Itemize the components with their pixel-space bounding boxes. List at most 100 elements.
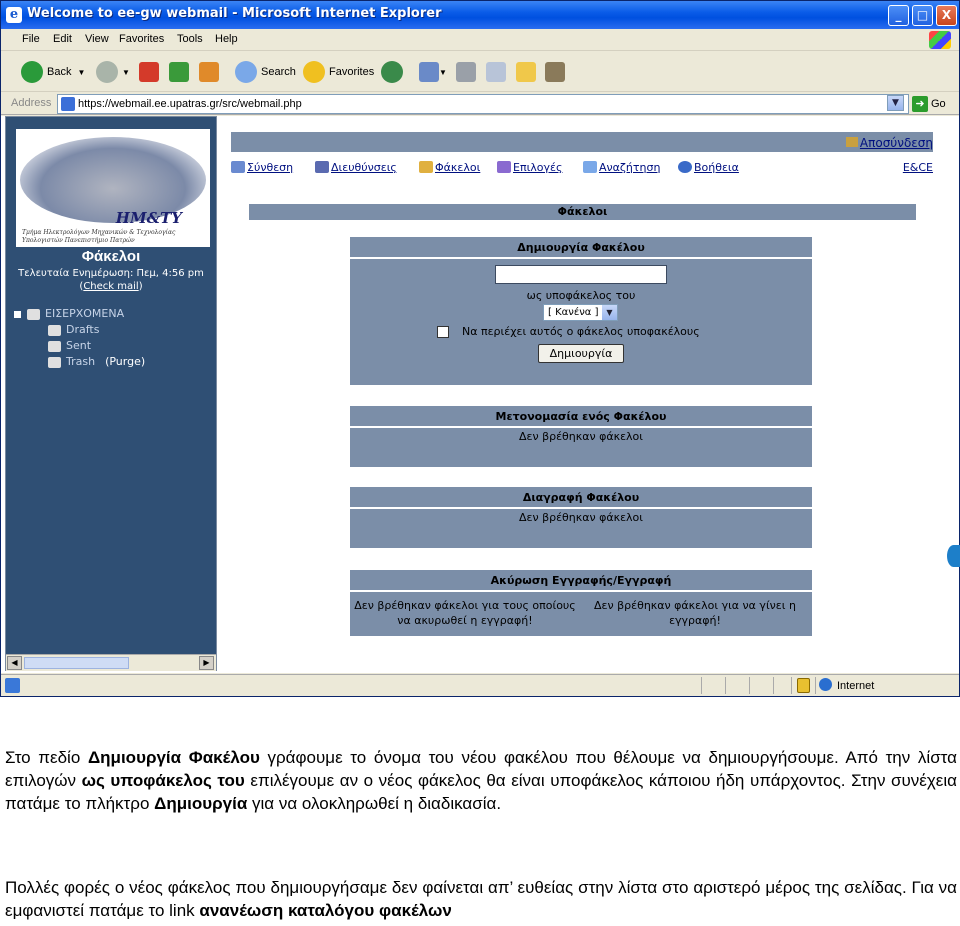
folders-icon [419,161,433,173]
menu-edit[interactable]: Edit [53,33,72,45]
maximize-button[interactable]: □ [912,5,933,26]
folder-name-input[interactable] [495,265,667,284]
help-icon [678,161,692,173]
folder-sent[interactable]: Sent [48,339,91,352]
back-button[interactable]: Back ▼ [21,60,85,84]
collapse-icon[interactable] [14,310,21,318]
folder-icon [516,62,536,82]
p1-run: Δημιουργία Φακέλου [87,748,260,767]
menu-help[interactable]: Help [215,33,238,45]
stop-button[interactable] [139,60,159,84]
logout-link[interactable]: Αποσύνδεση [845,136,933,150]
globe-icon [819,678,832,691]
print-icon [456,62,476,82]
create-folder-title: Δημιουργία Φακέλου [350,237,812,259]
nav-options[interactable]: Επιλογές [497,161,562,174]
history-button[interactable] [381,60,407,84]
logout-icon [845,137,858,147]
compose-icon [231,161,245,173]
menu-view[interactable]: View [85,33,109,45]
subfolder-label: ως υποφάκελος του [526,289,636,302]
nav-addresses[interactable]: Διευθύνσεις [315,161,397,174]
no-subfolders-checkbox[interactable] [437,326,449,338]
p1-run: για να ολοκληρωθεί η διαδικασία. [247,794,502,813]
rename-folder-title: Μετονομασία ενός Φακέλου [350,406,812,428]
menu-favorites[interactable]: Favorites [119,33,164,45]
folder-sidebar: HM&TY Τμήμα Ηλεκτρολόγων Μηχανικών & Τεχ… [5,116,217,671]
toolbar: Back ▼ ▼ Search Favorites ▼ [1,52,959,92]
browser-window: e Welcome to ee-gw webmail - Microsoft I… [0,0,960,697]
discuss-button[interactable] [516,60,536,84]
subscribe-message: Δεν βρέθηκαν φάκελοι για να γίνει η εγγρ… [594,599,796,627]
close-button[interactable]: X [936,5,957,26]
address-dropdown-icon[interactable]: ▼ [887,95,904,111]
p2-run: ανανέωση καταλόγου φακέλων [199,901,452,920]
purge-link[interactable]: (Purge) [105,355,145,368]
inbox-icon [27,308,40,320]
subscribe-title: Ακύρωση Εγγραφής/Εγγραφή [350,570,812,592]
addresses-icon [315,161,329,173]
menu-tools[interactable]: Tools [177,33,203,45]
nav-help[interactable]: Βοήθεια [678,161,739,174]
star-icon [303,61,325,83]
favorites-button[interactable]: Favorites [303,60,374,84]
sent-icon [48,340,61,352]
forward-arrow-icon [96,61,118,83]
search-button[interactable]: Search [235,60,296,84]
research-icon [545,62,565,82]
page-content: HM&TY Τμήμα Ηλεκτρολόγων Μηχανικών & Τεχ… [1,116,959,673]
scroll-thumb[interactable] [24,657,129,669]
options-icon [497,161,511,173]
trash-icon [48,356,61,368]
search-icon [235,61,257,83]
ie-logo-icon: e [6,7,22,23]
folder-drafts[interactable]: Drafts [48,323,99,336]
back-arrow-icon [21,61,43,83]
address-input[interactable]: https://webmail.ee.upatras.gr/src/webmai… [57,94,909,114]
folder-trash[interactable]: Trash (Purge) [48,355,145,368]
window-title: Welcome to ee-gw webmail - Microsoft Int… [27,6,442,21]
drafts-icon [48,324,61,336]
home-button[interactable] [199,60,219,84]
org-link[interactable]: E&CE [903,161,933,174]
edit-button[interactable] [486,60,506,84]
forward-button[interactable]: ▼ [96,60,130,84]
go-button[interactable]: ➜ Go [912,94,957,114]
address-label: Address [11,97,52,109]
parent-folder-select[interactable]: [ Κανένα ] ▼ [543,304,618,321]
mail-button[interactable]: ▼ [419,60,447,84]
logo-text: HM&TY [115,209,182,227]
logo: HM&TY Τμήμα Ηλεκτρολόγων Μηχανικών & Τεχ… [16,129,210,247]
search-icon [583,161,597,173]
nav-bar: Σύνθεση Διευθύνσεις Φάκελοι Επιλογές Ανα… [231,161,933,179]
menu-file[interactable]: File [22,33,40,45]
print-button[interactable] [456,60,476,84]
p2-run: Πολλές φορές ο νέος φάκελος που δημιουργ… [5,878,957,920]
scroll-left-icon[interactable]: ◀ [7,656,22,670]
check-mail-line: (Check mail) [79,281,143,292]
title-bar[interactable]: e Welcome to ee-gw webmail - Microsoft I… [1,1,959,29]
folder-inbox[interactable]: ΕΙΣΕΡΧΟΜΕΝΑ [14,307,124,320]
delete-folder-panel: Διαγραφή Φακέλου Δεν βρέθηκαν φάκελοι [350,487,812,548]
instruction-paragraph-1: Στο πεδίο Δημιουργία Φακέλου γράφουμε το… [5,746,957,815]
refresh-button[interactable] [169,60,189,84]
nav-folders[interactable]: Φάκελοι [419,161,480,174]
logo-subtitle: Τμήμα Ηλεκτρολόγων Μηχανικών & Τεχνολογί… [22,229,176,244]
lock-icon [797,678,810,693]
unsubscribe-message: Δεν βρέθηκαν φάκελοι για τους οποίους να… [354,599,576,627]
windows-flag-icon [929,31,951,49]
minimize-button[interactable]: _ [888,5,909,26]
nav-search[interactable]: Αναζήτηση [583,161,660,174]
create-button[interactable]: Δημιουργία [538,344,624,363]
create-folder-panel: Δημιουργία Φακέλου ως υποφάκελος του [ Κ… [350,237,812,385]
p1-run: Στο πεδίο [5,748,88,767]
security-zone: Internet [819,678,874,692]
scroll-right-icon[interactable]: ▶ [199,656,214,670]
nav-compose[interactable]: Σύνθεση [231,161,293,174]
research-button[interactable] [545,60,565,84]
address-bar: Address https://webmail.ee.upatras.gr/sr… [1,93,959,115]
horizontal-scrollbar[interactable]: ◀ ▶ [6,654,216,671]
mail-icon [419,62,439,82]
check-mail-link[interactable]: Check mail [83,281,138,292]
no-subfolders-label: Να περιέχει αυτός ο φάκελος υποφακέλους [462,325,700,338]
